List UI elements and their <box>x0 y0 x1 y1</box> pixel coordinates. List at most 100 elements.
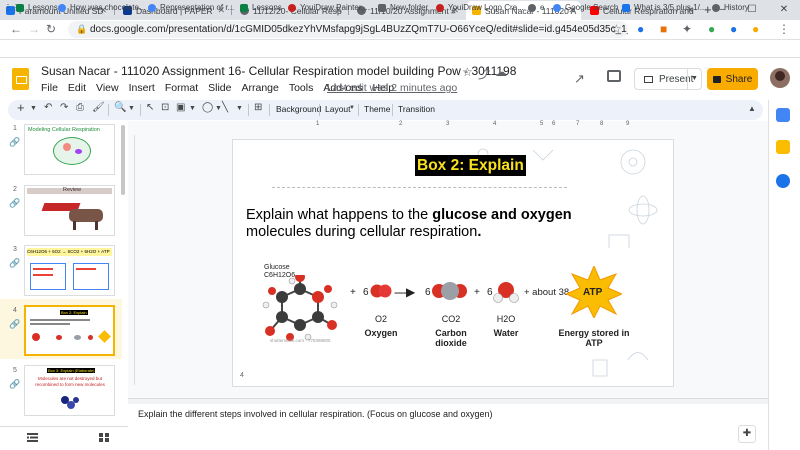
bookmark-youidraw-logo[interactable]: YouiDraw Logo Cre... <box>436 3 524 12</box>
share-button[interactable]: Share <box>707 68 758 90</box>
chevron-down-icon[interactable]: ▼ <box>30 105 37 112</box>
link-icon: 🔗 <box>9 319 21 329</box>
slide-thumbnail-5[interactable]: Box 3: Explain (Elaborate) Molecules are… <box>24 365 115 416</box>
bookmark-representation[interactable]: Representation of r... <box>148 3 234 12</box>
avatar[interactable] <box>770 68 790 88</box>
bookmark-new-folder[interactable]: New folder <box>378 3 428 12</box>
paint-format-icon[interactable]: 🖌 <box>92 102 105 113</box>
keep-icon[interactable] <box>776 140 790 154</box>
profile-icon[interactable]: ● <box>730 22 737 36</box>
calendar-icon[interactable] <box>776 108 790 122</box>
slide-question[interactable]: Explain what happens to the glucose and … <box>246 207 606 241</box>
theme-button[interactable]: Theme <box>364 104 390 114</box>
menu-tools[interactable]: Tools <box>289 82 314 94</box>
chevron-down-icon[interactable]: ▼ <box>128 105 135 112</box>
horizontal-ruler[interactable]: 1 2 3 4 5 6 7 8 9 <box>236 121 676 129</box>
activity-dashboard-icon[interactable]: ↗ <box>574 71 585 87</box>
present-button[interactable]: Present ▼ <box>634 68 702 90</box>
bookmark-math[interactable]: What is 3/5 plus 1/... <box>622 3 706 12</box>
chevron-down-icon[interactable]: ▼ <box>687 69 701 89</box>
document-title[interactable]: Susan Nacar - 111020 Assignment 16- Cell… <box>41 64 516 78</box>
transition-button[interactable]: Transition <box>398 104 435 114</box>
lock-icon <box>712 75 721 83</box>
extensions-icon[interactable]: ✦ <box>682 22 692 36</box>
grid-view-icon[interactable] <box>99 433 110 442</box>
menu-view[interactable]: View <box>96 82 119 94</box>
menu-edit[interactable]: Edit <box>68 82 86 94</box>
redo-icon[interactable]: ↷ <box>60 102 68 113</box>
extension-icon[interactable]: ● <box>637 22 644 36</box>
image-icon[interactable]: ▣ <box>176 102 185 113</box>
last-edit-link[interactable]: Last edit was 2 minutes ago <box>327 82 457 94</box>
link-icon: 🔗 <box>9 137 21 147</box>
select-icon[interactable]: ↖ <box>146 102 154 113</box>
slides-logo-icon[interactable] <box>12 68 29 90</box>
vertical-ruler[interactable] <box>128 135 135 385</box>
slide-title[interactable]: Box 2: Explain <box>415 155 526 176</box>
star-icon[interactable]: ☆ <box>462 65 473 79</box>
link-icon: 🔗 <box>9 198 21 208</box>
glucose-molecule-icon <box>262 275 338 341</box>
menu-arrange[interactable]: Arrange <box>241 82 278 94</box>
bookmark-chocolate[interactable]: How was chocolate... <box>58 3 146 12</box>
close-window-icon[interactable]: ✕ <box>768 0 800 20</box>
tasks-icon[interactable] <box>776 174 790 188</box>
layout-button[interactable]: Layout <box>325 104 351 114</box>
link-icon: 🔗 <box>9 258 21 268</box>
chevron-down-icon[interactable]: ▼ <box>236 105 243 112</box>
forward-icon[interactable]: → <box>28 22 40 36</box>
bookmark-youidraw-painter[interactable]: YouiDraw Painter,... <box>288 3 370 12</box>
cloud-saved-icon: ☁ <box>495 65 507 79</box>
notes-divider[interactable] <box>128 398 768 404</box>
menu-icon[interactable]: ⋮ <box>778 22 790 36</box>
filmstrip-scrollbar[interactable] <box>121 125 125 195</box>
back-icon[interactable]: ← <box>10 22 22 36</box>
shape-icon[interactable]: ◯ <box>202 102 213 113</box>
add-comment-icon[interactable]: ⊞ <box>254 102 262 113</box>
reaction-arrow-icon: ----▶ <box>394 285 415 299</box>
chevron-up-icon[interactable]: ▲ <box>748 104 756 113</box>
bookmark-history[interactable]: History <box>712 3 749 12</box>
address-bar[interactable]: 🔒 docs.google.com/presentation/d/1cGMID05… <box>68 21 628 38</box>
zoom-icon[interactable]: 🔍 <box>114 102 126 113</box>
new-slide-icon[interactable]: + <box>17 100 25 115</box>
background-button[interactable]: Background <box>276 104 321 114</box>
bookmark-google-search[interactable]: Google Search <box>553 3 618 12</box>
menu-format[interactable]: Format <box>165 82 198 94</box>
print-icon[interactable]: ⎙ <box>76 102 84 113</box>
line-icon[interactable]: ╲ <box>222 102 228 113</box>
lock-icon: 🔒 <box>76 24 88 34</box>
water-molecule-icon <box>493 282 519 303</box>
slide-thumbnail-1[interactable]: Modeling Cellular Respiration <box>24 124 115 175</box>
undo-icon[interactable]: ↶ <box>44 102 52 113</box>
slide-thumbnail-3[interactable]: C6H12O6 + 6O2 → 6CO2 + 6H2O + ATP <box>24 245 115 296</box>
bookmark-star-icon[interactable]: ☆ <box>611 22 622 36</box>
slide-thumbnail-2[interactable]: Review <box>24 185 115 236</box>
profile-icon[interactable]: ● <box>752 22 759 36</box>
text-box-icon[interactable]: ⊡ <box>161 102 169 113</box>
extension-icon[interactable]: ■ <box>660 22 667 36</box>
menu-insert[interactable]: Insert <box>129 82 155 94</box>
link-icon: 🔗 <box>9 379 21 389</box>
chevron-down-icon[interactable]: ▼ <box>349 105 355 111</box>
speaker-notes[interactable]: Explain the different steps involved in … <box>138 409 493 419</box>
oxygen-molecule-icon <box>370 284 392 298</box>
profile-icon[interactable]: ● <box>708 22 715 36</box>
comment-history-icon[interactable] <box>607 70 621 82</box>
present-icon <box>644 75 653 83</box>
bookmark-e[interactable]: e <box>528 3 544 12</box>
carbon-dioxide-molecule-icon <box>432 282 467 300</box>
reload-icon[interactable]: ↻ <box>46 22 56 36</box>
filmstrip-view-icon[interactable] <box>27 433 38 442</box>
slide-number: 4 <box>240 372 244 379</box>
bookmark-lessons-2[interactable]: Lessons <box>240 3 282 12</box>
chevron-down-icon[interactable]: ▼ <box>215 105 222 112</box>
bookmark-lessons[interactable]: Lessons <box>16 3 58 12</box>
title-divider <box>272 187 567 188</box>
slide-thumbnail-4[interactable]: Box 2: Explain <box>24 305 115 356</box>
menu-slide[interactable]: Slide <box>208 82 231 94</box>
chevron-down-icon[interactable]: ▼ <box>189 105 196 112</box>
menu-file[interactable]: File <box>41 82 58 94</box>
move-folder-icon[interactable]: ⤴ <box>478 65 490 82</box>
explore-icon[interactable]: ✚ <box>738 425 756 443</box>
